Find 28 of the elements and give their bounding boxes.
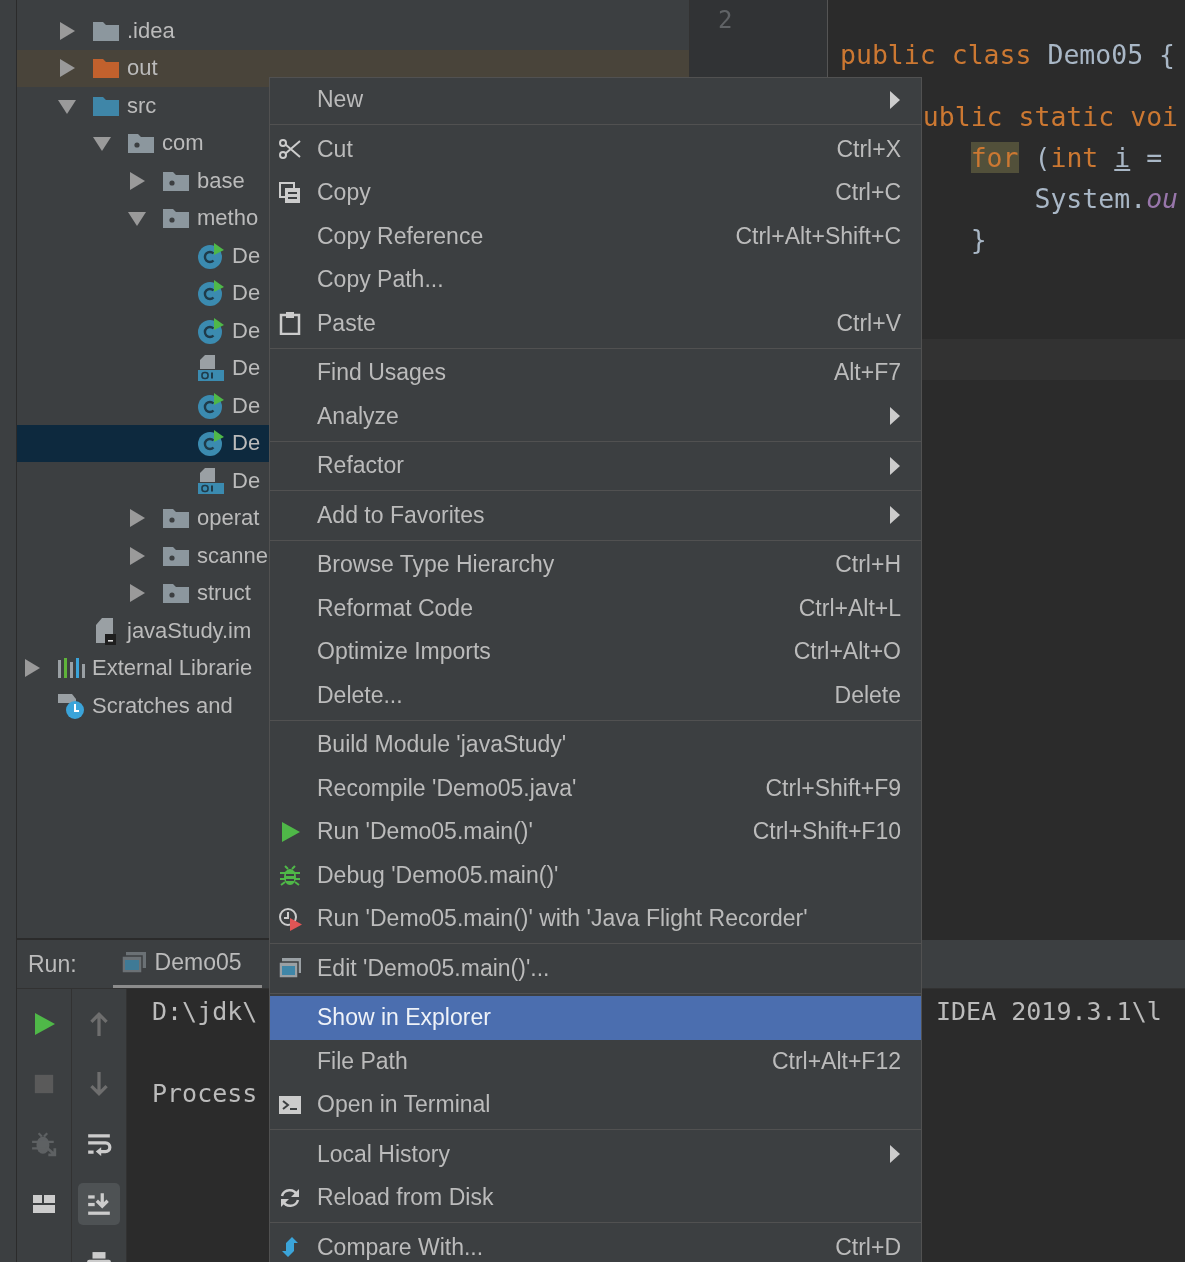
code-line: public class Demo05 { (840, 38, 1176, 72)
tree-label: De (232, 317, 261, 344)
tree-label: struct (197, 580, 251, 607)
tree-label: operat (197, 505, 260, 532)
tree-label: .idea (127, 17, 175, 44)
tree-label: De (232, 392, 261, 419)
tree-label: out (127, 55, 158, 82)
tree-label: scanne (197, 542, 268, 569)
code-line: System.ou (1034, 182, 1179, 216)
tree-label: External Librarie (92, 655, 253, 682)
code-line: ublic static voi (922, 100, 1179, 134)
tree-label: De (232, 467, 261, 494)
tree-label: De (232, 280, 261, 307)
tree-label: com (162, 130, 204, 157)
run-label: Run: (28, 950, 77, 978)
code-line: } (970, 223, 987, 257)
tree-label: De (232, 430, 261, 457)
tree-label: src (127, 92, 157, 119)
tree-label: metho (197, 205, 259, 232)
tree-label: De (232, 242, 261, 269)
tree-label: javaStudy.im (127, 617, 252, 644)
console-text: Process (152, 1078, 259, 1110)
tree-label: Scratches and (92, 692, 233, 719)
console-text: IDEA 2019.3.1\l (936, 996, 1162, 1028)
code-line: for (int i = (970, 141, 1163, 175)
tree-label: base (197, 167, 245, 194)
console-text: D:\jdk\ (152, 996, 259, 1028)
tree-label: De (232, 355, 261, 382)
